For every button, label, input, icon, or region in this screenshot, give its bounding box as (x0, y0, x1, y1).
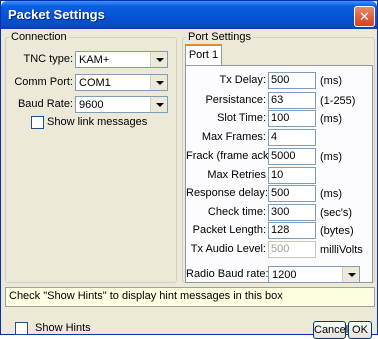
show-link-messages-label: Show link messages (47, 116, 148, 128)
field-label: Slot Time: (217, 112, 266, 124)
field-unit: (ms) (320, 151, 342, 163)
field-input[interactable]: 500 (268, 72, 316, 89)
connection-group: Connection (5, 31, 177, 283)
field-input[interactable]: 63 (268, 92, 316, 109)
field-unit: (sec's) (320, 207, 353, 219)
field-input[interactable]: 300 (268, 204, 316, 221)
field-unit: (1-255) (320, 95, 356, 107)
tnc-type-value: KAM+ (79, 54, 110, 66)
field-label: Tx Delay: (219, 74, 266, 86)
baud-rate-value: 9600 (79, 99, 104, 111)
close-icon: ✕ (359, 9, 370, 24)
field-label: Persistance: (205, 94, 266, 106)
chevron-down-icon[interactable] (342, 267, 359, 282)
packet-settings-window: Packet Settings ✕ Connection TNC type: K… (0, 0, 378, 339)
field-label: Frack (frame ack): (186, 150, 276, 162)
field-label: Max Frames: (201, 131, 266, 143)
field-input: 500 (268, 241, 316, 258)
ok-button[interactable]: OK (348, 321, 372, 339)
port-settings-legend: Port Settings (188, 31, 251, 43)
field-unit: milliVolts (320, 244, 363, 256)
cancel-button[interactable]: Cancel (313, 321, 348, 339)
port-1-panel: Tx Delay: 500 (ms) Persistance: 63 (1-255) Slo… (185, 65, 373, 283)
field-unit: (ms) (320, 113, 342, 125)
field-unit: (ms) (320, 188, 342, 200)
connection-legend: Connection (11, 31, 67, 43)
tab-port-1[interactable]: Port 1 (185, 44, 222, 66)
comm-port-select[interactable]: COM1 (75, 74, 168, 91)
hint-box: Check "Show Hints" to display hint messa… (5, 287, 375, 307)
field-label: Response delay: (186, 187, 268, 199)
baud-rate-select[interactable]: 9600 (75, 96, 168, 113)
chevron-down-icon[interactable] (150, 52, 167, 67)
field-unit: (ms) (320, 75, 342, 87)
radio-baud-rate-select[interactable]: 1200 (268, 266, 360, 283)
show-link-messages-checkbox[interactable] (31, 116, 44, 129)
show-hints-checkbox[interactable] (15, 322, 28, 335)
tnc-type-select[interactable]: KAM+ (75, 51, 168, 68)
title-bar[interactable]: Packet Settings ✕ (1, 1, 377, 29)
hint-text: Check "Show Hints" to display hint messa… (9, 290, 283, 302)
radio-baud-rate-label: Radio Baud rate: (186, 268, 269, 280)
close-button[interactable]: ✕ (354, 6, 375, 27)
chevron-down-icon[interactable] (150, 97, 167, 112)
baud-rate-label: Baud Rate: (17, 98, 73, 110)
radio-baud-rate-value: 1200 (272, 269, 297, 281)
field-label: Packet Length: (192, 224, 266, 236)
comm-port-label: Comm Port: (14, 76, 73, 88)
show-hints-label: Show Hints (35, 322, 91, 334)
window-title: Packet Settings (8, 7, 105, 22)
comm-port-value: COM1 (79, 77, 111, 89)
field-input[interactable]: 128 (268, 222, 316, 239)
field-input[interactable]: 100 (268, 110, 316, 127)
field-input[interactable]: 4 (268, 129, 316, 146)
field-input[interactable]: 10 (268, 167, 316, 184)
field-label: Check time: (207, 206, 266, 218)
field-input[interactable]: 500 (268, 185, 316, 202)
field-label: Tx Audio Level: (190, 243, 266, 255)
tnc-type-label: TNC type: (23, 53, 73, 65)
field-label: Max Retries (207, 169, 266, 181)
field-input[interactable]: 5000 (268, 148, 316, 165)
field-unit: (bytes) (320, 225, 354, 237)
chevron-down-icon[interactable] (150, 75, 167, 90)
